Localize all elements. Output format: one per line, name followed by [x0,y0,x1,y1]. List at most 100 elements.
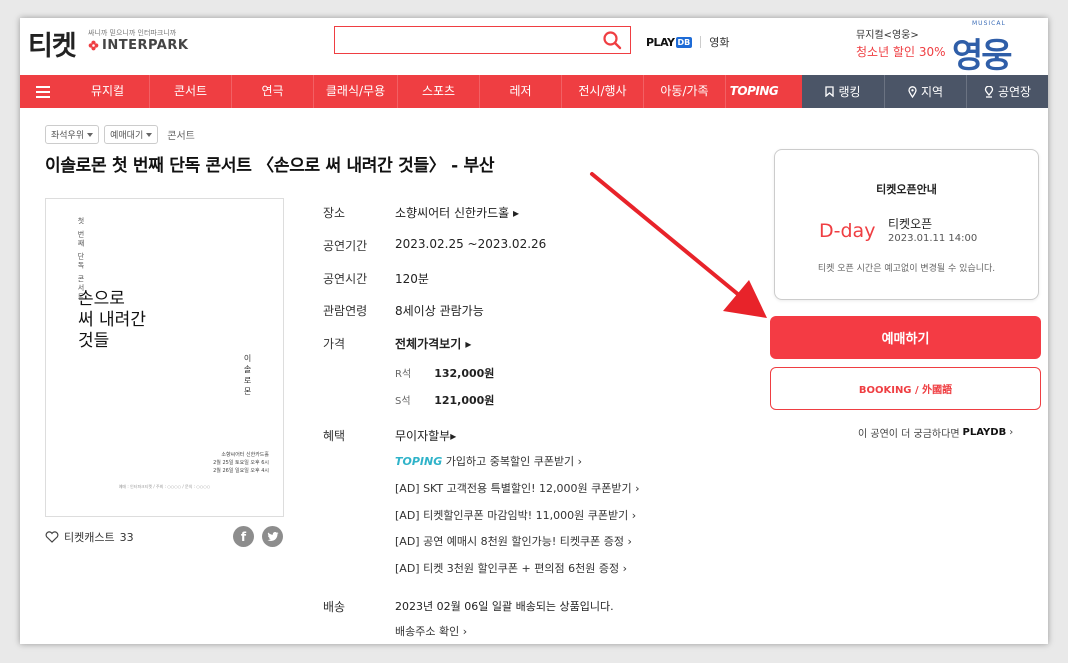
poster-title-line: 것들 [78,331,110,351]
poster-title-line: 손으로 [78,289,125,309]
poster-title: 손으로 써 내려간 것들 [78,289,146,352]
ticket-cast-label: 티켓캐스트 [64,531,115,544]
bookmark-icon [825,86,835,97]
poster-title-line: 써 내려간 [78,310,146,330]
ad-benefit-text: [AD] SKT 고객전용 특별할인! 12,000원 쿠폰받기 [395,482,632,495]
nav-ranking-label: 랭킹 [838,85,861,99]
poster-artist: 이솔로몬 [243,354,252,398]
toping-logo: TOPING [395,455,443,468]
info-label: 가격 [323,337,346,351]
ad-benefit[interactable]: [AD] SKT 고객전용 특별할인! 12,000원 쿠폰받기 › [395,480,640,496]
chevron-down-icon [87,132,94,137]
nav-item-play[interactable]: 연극 [232,75,314,108]
page-title: 이솔로몬 첫 번째 단독 콘서트 〈손으로 써 내려간 것들〉 - 부산 [45,156,495,176]
interest-free-label: 무이자할부 [395,429,451,443]
delivery-address-label: 배송주소 확인 [395,625,460,638]
poster-image[interactable]: 첫 번째 단독 콘서트 손으로 써 내려간 것들 이솔로몬 소향씨어터 신한카드… [45,198,284,517]
filter-chip-seat[interactable]: 좌석우위 [45,125,100,144]
twitter-icon[interactable] [262,526,283,547]
playdb-links: PLAY DB 영화 [646,34,730,50]
nav-item-classic[interactable]: 클래식/무용 [314,75,398,108]
ticket-open-date: 2023.01.11 14:00 [888,233,978,244]
nav-venue-label: 공연장 [997,85,1032,99]
location-pin-icon [908,85,917,98]
info-label: 혜택 [323,429,346,443]
toping-benefit-text: 가입하고 중복할인 쿠폰받기 [445,455,575,468]
info-label: 배송 [323,600,346,614]
ticket-open-label: 티켓오픈 [888,217,933,231]
search-icon[interactable] [602,30,622,50]
delivery-value: 2023년 02월 06일 일괄 배송되는 상품입니다. [395,600,614,613]
chip-label: 좌석우위 [51,131,85,141]
ad-benefit-text: [AD] 티켓 3천원 할인쿠폰 + 편의점 6천원 증정 [395,562,620,575]
heart-icon[interactable] [45,531,59,543]
site-header: 티켓 싸니까 믿으니까 인터파크니까 INTERPARK PLAY DB 영화 … [20,18,1048,76]
nav-item-toping[interactable]: TOPING [726,75,782,108]
chevron-down-icon [146,132,153,137]
ticket-open-title: 티켓오픈안내 [876,183,937,196]
ad-benefit[interactable]: [AD] 티켓 3천원 할인쿠폰 + 편의점 6천원 증정 › [395,560,627,576]
movie-link[interactable]: 영화 [709,34,729,50]
ad-benefit[interactable]: [AD] 공연 예매시 8천원 할인가능! 티켓쿠폰 증정 › [395,533,632,549]
promo-banner-text[interactable]: 뮤지컬<영웅> 청소년 할인 30% [856,28,946,60]
ticket-logo[interactable]: 티켓 [28,24,77,63]
filter-chip-waiting[interactable]: 예매대기 [104,125,159,144]
ticket-open-card: 티켓오픈안내 D-day 티켓오픈 2023.01.11 14:00 티켓 오픈… [774,149,1039,300]
search-box[interactable] [334,26,631,54]
nav-region[interactable]: 지역 [884,75,966,108]
chip-label: 예매대기 [110,131,144,141]
facebook-icon[interactable]: f [233,526,254,547]
ticket-cast-count: 33 [119,530,134,544]
interpark-name: INTERPARK [102,38,189,53]
playdb-more-link[interactable]: 이 공연이 더 궁금하다면 PLAYDB › [858,425,1013,440]
poster-venue-line: 소향씨어터 신한카드홀 [221,452,269,458]
utility-nav: 랭킹 지역 공연장 [802,75,1048,108]
browser-frame: 티켓 싸니까 믿으니까 인터파크니까 INTERPARK PLAY DB 영화 … [20,18,1048,644]
promo-banner-art[interactable]: MUSICAL 영웅 [950,20,1030,76]
more-text: 이 공연이 더 궁금하다면 [858,429,960,440]
dday-badge: D-day [819,220,876,242]
price-row: S석 121,000원 [395,392,494,408]
breadcrumb: 좌석우위 예매대기 콘서트 [45,125,195,144]
nav-item-kids[interactable]: 아동/가족 [644,75,726,108]
nav-item-exhibition[interactable]: 전시/행사 [562,75,644,108]
price-amount: 132,000원 [434,367,495,380]
interpark-flower-icon [88,40,99,51]
promo-line2: 청소년 할인 30% [856,45,946,59]
venue-value: 소향씨어터 신한카드홀 [395,206,510,220]
book-button[interactable]: 예매하기 [770,316,1041,359]
view-all-prices-label: 전체가격보기 [395,337,462,351]
promo-art-top: MUSICAL [972,20,1006,27]
interest-free-link[interactable]: 무이자할부▸ [395,427,456,444]
divider [700,36,702,48]
toping-benefit[interactable]: TOPING 가입하고 중복할인 쿠폰받기 › [395,453,582,469]
poster-fine-print: 예매 : 인터파크티켓 / 주최 : ○○○○ / 문의 : ○○○○ [118,484,211,489]
ad-benefit-text: [AD] 공연 예매시 8천원 할인가능! 티켓쿠폰 증정 [395,535,625,548]
nav-ranking[interactable]: 랭킹 [802,75,884,108]
nav-item-musical[interactable]: 뮤지컬 [66,75,150,108]
ticket-cast[interactable]: 티켓캐스트 33 [45,529,134,545]
poster-venue: 소향씨어터 신한카드홀 2월 25일 토요일 오후 6시 2월 26일 일요일 … [213,451,269,475]
venue-link[interactable]: 소향씨어터 신한카드홀 ▸ [395,204,519,221]
nav-venue[interactable]: 공연장 [966,75,1048,108]
price-row: R석 132,000원 [395,365,494,381]
interpark-logo[interactable]: 싸니까 믿으니까 인터파크니까 INTERPARK [88,28,188,53]
hamburger-icon [36,85,50,98]
info-label: 장소 [323,206,346,220]
promo-art-title: 영웅 [952,36,1013,76]
view-all-prices-link[interactable]: 전체가격보기 ▸ [395,335,471,352]
booking-foreign-button[interactable]: BOOKING / 外國語 [770,367,1041,410]
ticket-open-note: 티켓 오픈 시간은 예고없이 변경될 수 있습니다. [817,264,996,274]
nav-item-concert[interactable]: 콘서트 [150,75,232,108]
nav-item-sports[interactable]: 스포츠 [398,75,480,108]
playdb-logo-text[interactable]: PLAY [646,36,675,49]
menu-button[interactable] [20,75,66,108]
playdb-label: PLAYDB [962,427,1007,438]
delivery-address-link[interactable]: 배송주소 확인 › [395,623,467,639]
runtime-value: 120분 [395,272,429,286]
nav-item-leisure[interactable]: 레저 [480,75,562,108]
ad-benefit[interactable]: [AD] 티켓할인쿠폰 마감임박! 11,000원 쿠폰받기 › [395,507,636,523]
search-input[interactable] [341,27,591,51]
breadcrumb-category[interactable]: 콘서트 [167,127,195,142]
playdb-logo-badge[interactable]: DB [675,36,693,48]
